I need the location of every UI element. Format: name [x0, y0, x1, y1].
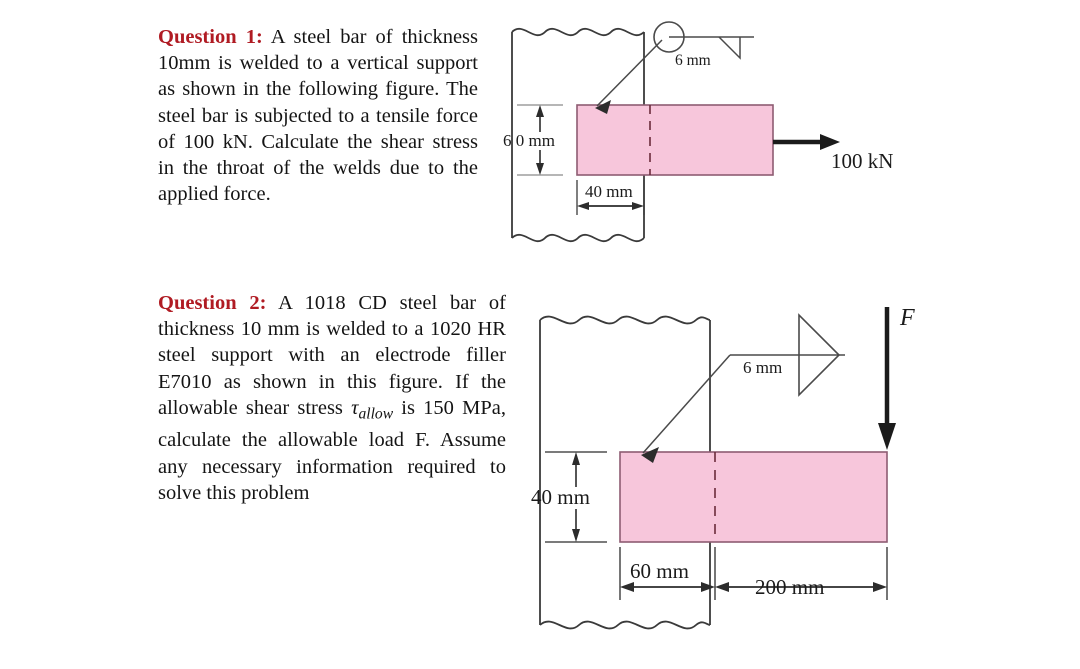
figure-2-weld-size-label: 6 mm: [743, 358, 782, 377]
figure-1-height-label: 6 0 mm: [503, 131, 555, 150]
figure-2-overhang-label: 200 mm: [755, 575, 824, 599]
weld-symbol-group-2: [641, 313, 845, 463]
figure-2-weld-length-label: 60 mm: [630, 559, 689, 583]
question-2-text-block: Question 2: A 1018 CD steel bar of thick…: [158, 290, 506, 506]
force-arrow-f: [878, 307, 896, 450]
figure-1-weld-size-label: 6 mm: [675, 52, 711, 69]
tau-allow-symbol: τallow: [351, 397, 394, 423]
question-1-label: Question 1:: [158, 26, 263, 48]
steel-bar-rect: [576, 104, 774, 176]
figure-1-width-label: 40 mm: [585, 182, 633, 201]
figure-2-force-label: F: [899, 305, 915, 331]
figure-1: 6 mm 6 0 mm 40 mm 100 kN: [495, 10, 1075, 260]
weld-leader-line: [596, 39, 663, 107]
question-1-body: A steel bar of thickness 10mm is welded …: [158, 26, 478, 206]
weld-leader-line-2: [642, 354, 731, 454]
tau-subscript: allow: [358, 405, 394, 423]
question-2-label: Question 2:: [158, 292, 267, 314]
figure-1-force-label: 100 kN: [831, 149, 893, 173]
force-arrow-100kn: [773, 134, 840, 150]
steel-bar-rect-2: [619, 451, 888, 543]
figure-2: 6 mm F 40 mm 60 mm 200 mm: [515, 295, 1075, 655]
fillet-weld-triangle-icon: [718, 36, 741, 60]
question-1-text-block: Question 1: A steel bar of thickness 10m…: [158, 24, 478, 207]
document-page: Question 1: A steel bar of thickness 10m…: [0, 0, 1080, 669]
figure-2-height-label: 40 mm: [531, 485, 590, 509]
